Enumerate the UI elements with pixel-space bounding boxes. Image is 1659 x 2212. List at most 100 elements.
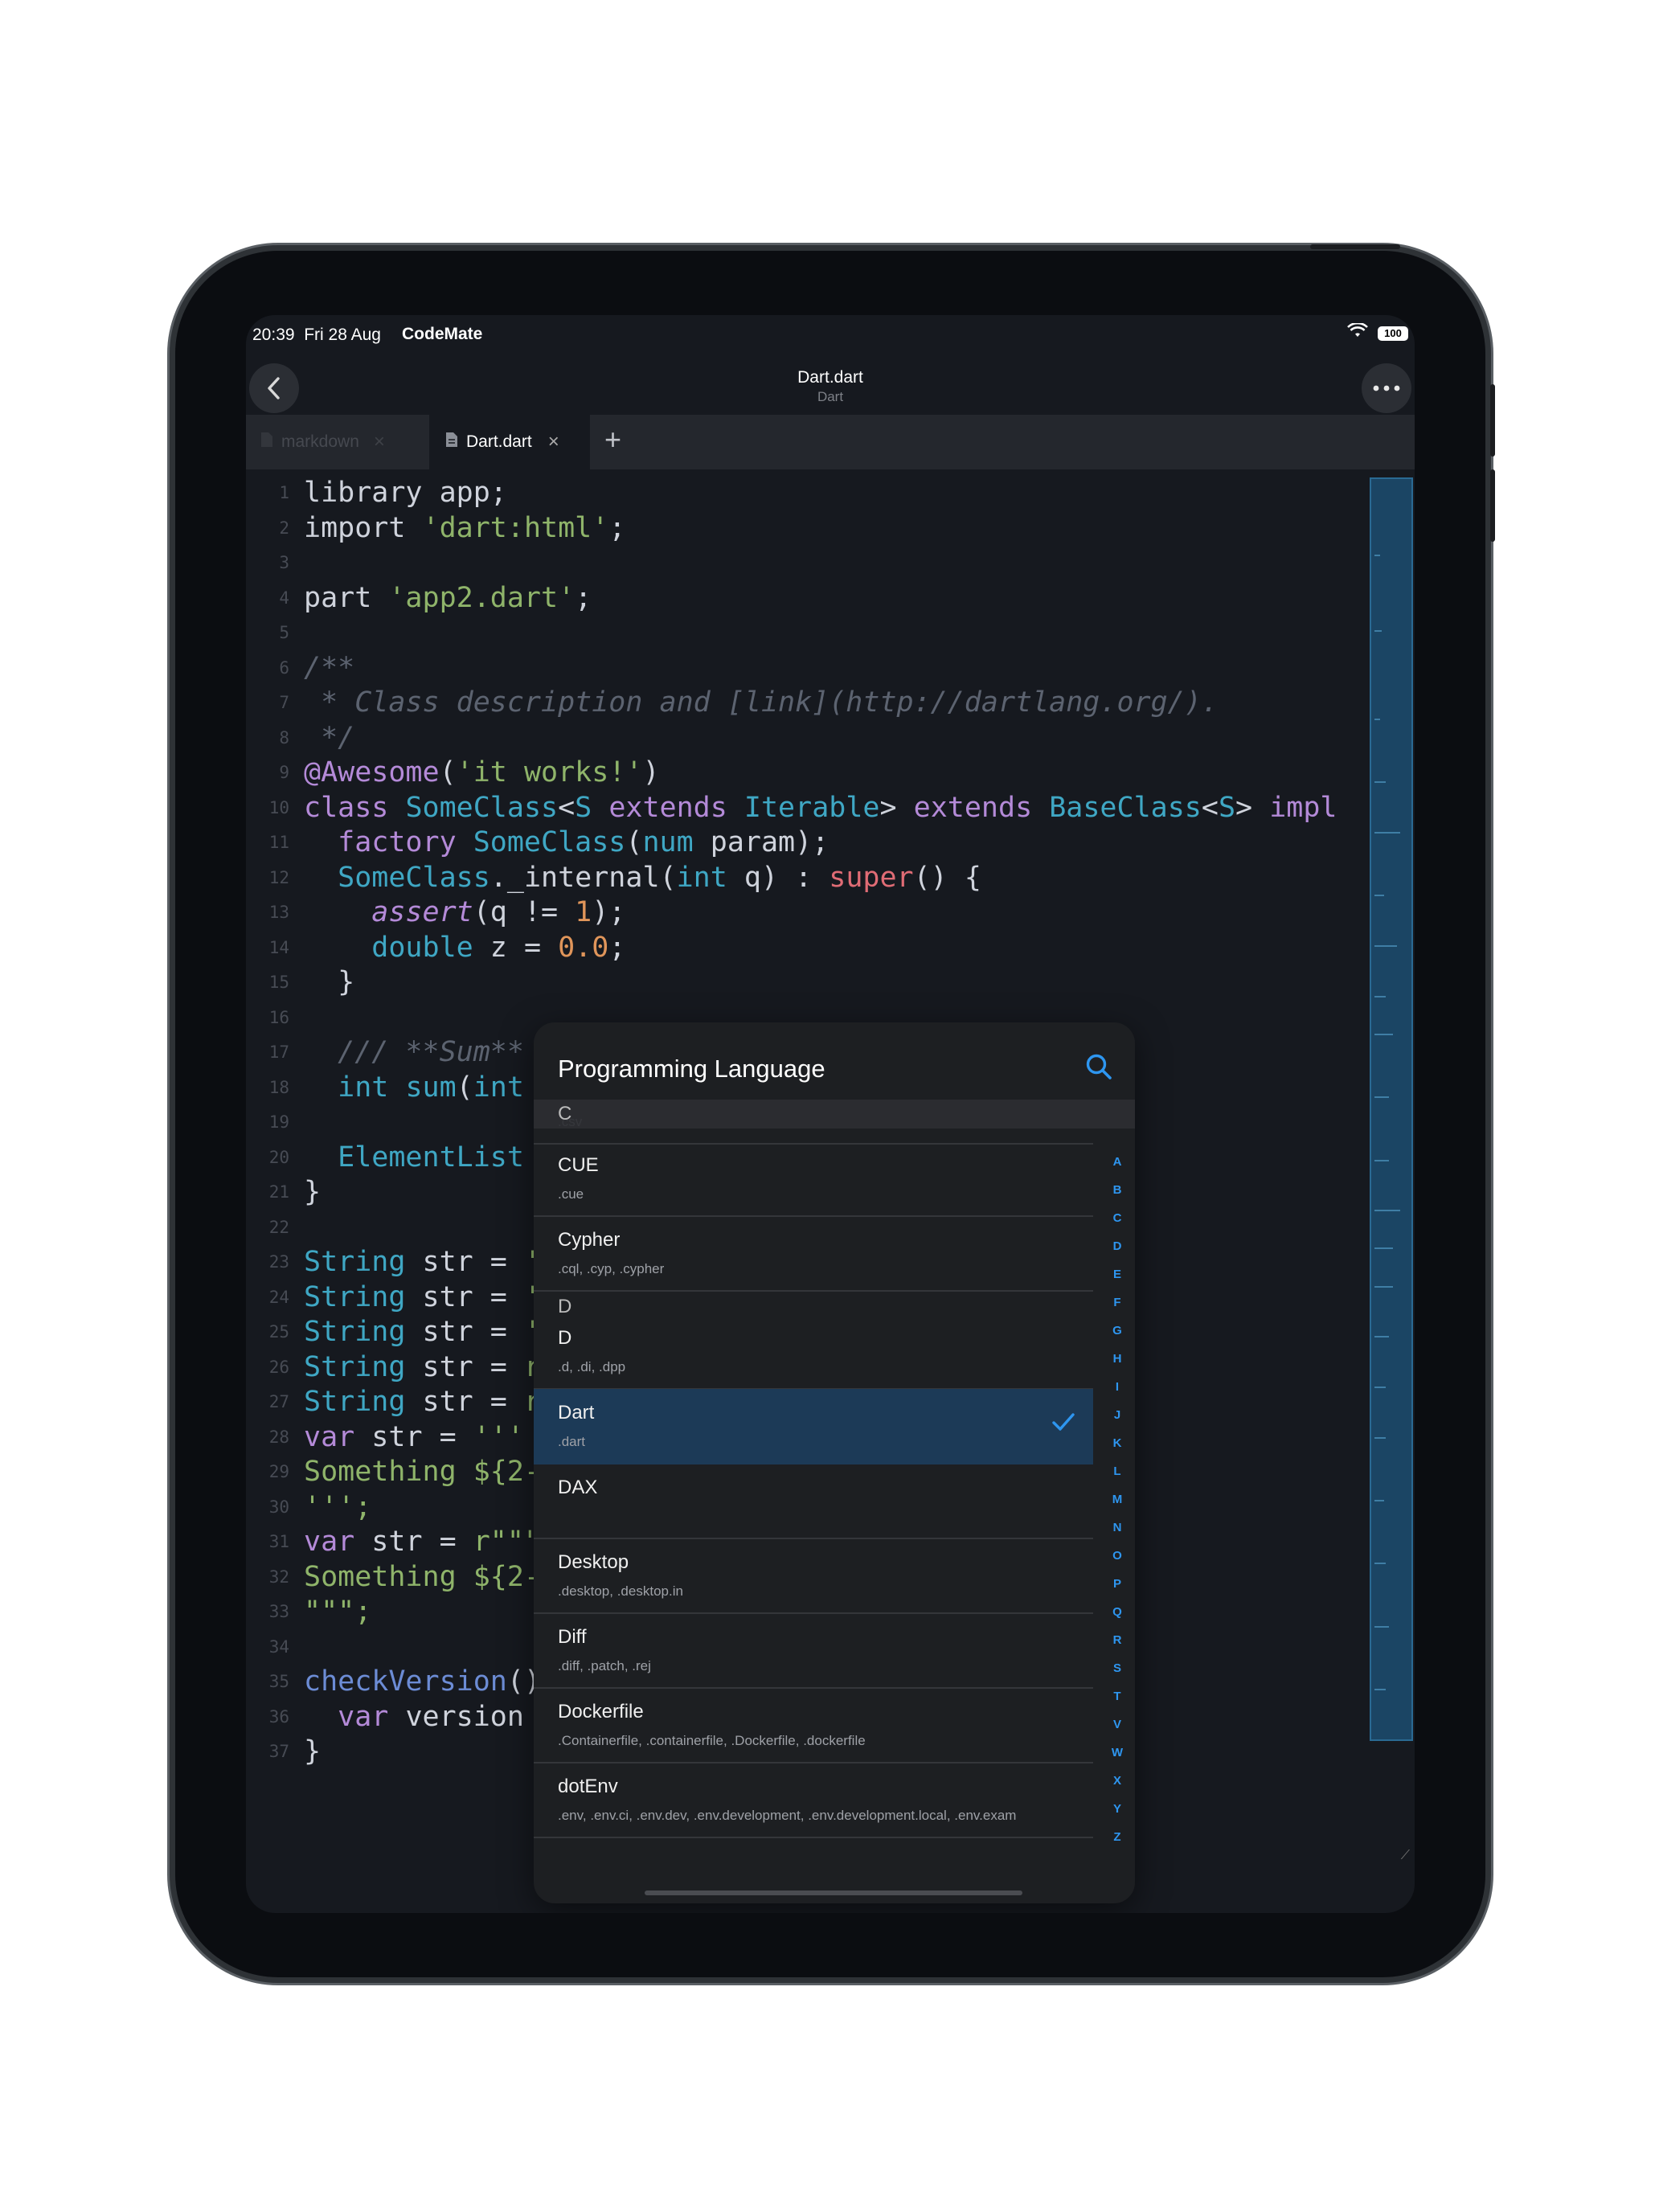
language-row-dax[interactable]: DAX — [534, 1464, 1093, 1539]
wifi-icon — [1347, 322, 1368, 343]
line-number: 26 — [268, 1357, 289, 1377]
minimap-line — [1374, 1210, 1401, 1212]
index-letter[interactable]: K — [1108, 1436, 1127, 1464]
language-row-cypher[interactable]: Cypher .cql, .cyp, .cypher — [534, 1216, 1093, 1292]
code-token: @Awesome — [304, 756, 440, 789]
tab-markdown[interactable]: markdown × — [246, 415, 426, 469]
index-letter[interactable]: X — [1108, 1774, 1127, 1802]
index-letter[interactable]: D — [1108, 1239, 1127, 1268]
code-token: factory — [304, 826, 473, 858]
close-icon[interactable]: × — [374, 431, 385, 453]
index-letter[interactable]: I — [1108, 1380, 1127, 1408]
line-number: 13 — [268, 903, 289, 922]
line-code: int sum(int — [304, 1071, 524, 1105]
code-token: 'app2.dart' — [388, 581, 576, 614]
index-letter[interactable]: B — [1108, 1183, 1127, 1211]
index-letter[interactable]: H — [1108, 1352, 1127, 1380]
line-code: @Awesome('it works!') — [304, 756, 660, 790]
index-letter[interactable]: O — [1108, 1549, 1127, 1577]
language-row-dotenv[interactable]: dotEnv .env, .env.ci, .env.dev, .env.deve… — [534, 1763, 1093, 1838]
line-code: String str = r — [304, 1350, 541, 1385]
code-line[interactable]: 9 @Awesome('it works!') — [246, 756, 1381, 790]
index-letter[interactable]: Y — [1108, 1802, 1127, 1830]
line-number: 7 — [279, 693, 289, 712]
index-letter[interactable]: S — [1108, 1661, 1127, 1690]
battery-icon: 100 — [1378, 326, 1408, 341]
index-letter[interactable]: M — [1108, 1493, 1127, 1521]
code-token: extends — [608, 791, 744, 824]
code-line[interactable]: 12 SomeClass._internal(int q) : super() … — [246, 861, 1381, 895]
add-tab-button[interactable]: + — [604, 423, 621, 457]
close-icon[interactable]: × — [548, 431, 559, 453]
code-line[interactable]: 15 } — [246, 965, 1381, 1000]
index-letter[interactable]: P — [1108, 1577, 1127, 1605]
index-letter[interactable]: T — [1108, 1690, 1127, 1718]
index-letter[interactable]: C — [1108, 1211, 1127, 1239]
more-options-button[interactable] — [1362, 363, 1411, 413]
code-token: assert — [304, 896, 473, 928]
index-letter[interactable]: F — [1108, 1296, 1127, 1324]
minimap-line — [1374, 1096, 1390, 1099]
line-number: 21 — [268, 1182, 289, 1202]
code-token: () { — [913, 861, 981, 894]
code-line[interactable]: 13 assert(q != 1); — [246, 895, 1381, 930]
code-line[interactable]: 2 import 'dart:html'; — [246, 511, 1381, 546]
index-letter[interactable]: E — [1108, 1268, 1127, 1296]
index-letter[interactable]: J — [1108, 1408, 1127, 1436]
line-code: factory SomeClass(num param); — [304, 825, 829, 860]
line-number: 10 — [268, 797, 289, 817]
minimap-line — [1374, 1563, 1386, 1565]
language-row-diff[interactable]: Diff .diff, .patch, .rej — [534, 1613, 1093, 1689]
status-app-name: CodeMate — [402, 325, 483, 343]
language-row-dockerfile[interactable]: Dockerfile .Containerfile, .containerfile… — [534, 1688, 1093, 1763]
alphabet-index[interactable]: ABCDEFGHIJKLMNOPQRSTVWXYZ — [1108, 1155, 1127, 1858]
minimap-line — [1374, 995, 1386, 997]
code-token: ; — [608, 511, 626, 544]
minimap[interactable] — [1370, 477, 1413, 1741]
language-extensions: .cql, .cyp, .cypher — [558, 1261, 665, 1276]
index-letter[interactable]: Z — [1108, 1830, 1127, 1858]
index-letter[interactable]: N — [1108, 1521, 1127, 1549]
code-token: ); — [592, 896, 626, 928]
code-token: q) : — [743, 861, 830, 894]
language-extensions: .d, .di, .dpp — [558, 1359, 626, 1374]
line-code: } — [304, 1175, 321, 1210]
code-token: S — [575, 791, 609, 824]
language-list[interactable]: CSV.csvCCUE.cueCypher.cql, .cyp, .cypher… — [534, 1100, 1135, 1903]
code-line[interactable]: 14 double z = 0.0; — [246, 931, 1381, 965]
index-letter[interactable]: L — [1108, 1464, 1127, 1493]
minimap-line — [1374, 832, 1401, 834]
language-row-desktop[interactable]: Desktop .desktop, .desktop.in — [534, 1538, 1093, 1614]
minimap-line — [1374, 945, 1397, 948]
search-button[interactable] — [1085, 1053, 1112, 1084]
line-number: 5 — [279, 623, 289, 642]
code-line[interactable]: 8 */ — [246, 721, 1381, 756]
index-letter[interactable]: A — [1108, 1155, 1127, 1183]
language-row-dart[interactable]: Dart .dart — [534, 1389, 1093, 1464]
line-number: 30 — [268, 1497, 289, 1517]
index-letter[interactable]: W — [1108, 1746, 1127, 1774]
code-line[interactable]: 3 — [246, 546, 1381, 580]
code-token: class — [304, 791, 406, 824]
code-line[interactable]: 11 factory SomeClass(num param); — [246, 825, 1381, 860]
code-line[interactable]: 5 — [246, 616, 1381, 650]
language-row-cue[interactable]: CUE .cue — [534, 1141, 1093, 1217]
code-token: } — [304, 1176, 322, 1208]
language-name: Dockerfile — [558, 1701, 644, 1722]
line-number: 4 — [279, 588, 289, 608]
code-line[interactable]: 7 * Class description and [link](http://… — [246, 686, 1381, 720]
tab-dart[interactable]: Dart.dart × — [429, 415, 590, 469]
code-line[interactable]: 4 part 'app2.dart'; — [246, 581, 1381, 616]
index-letter[interactable]: V — [1108, 1718, 1127, 1746]
code-token: } — [304, 1735, 322, 1768]
code-line[interactable]: 1 library app; — [246, 476, 1381, 510]
code-line[interactable]: 6 /** — [246, 651, 1381, 686]
volume-up-button — [1490, 384, 1495, 457]
index-letter[interactable]: R — [1108, 1633, 1127, 1661]
scrollbar[interactable] — [645, 1890, 1022, 1895]
language-extensions: .Containerfile, .containerfile, .Dockerf… — [558, 1733, 866, 1748]
code-line[interactable]: 10 class SomeClass<S extends Iterable> ex… — [246, 791, 1381, 825]
index-letter[interactable]: G — [1108, 1324, 1127, 1352]
language-row-d[interactable]: D .d, .di, .dpp — [534, 1314, 1093, 1390]
index-letter[interactable]: Q — [1108, 1605, 1127, 1633]
